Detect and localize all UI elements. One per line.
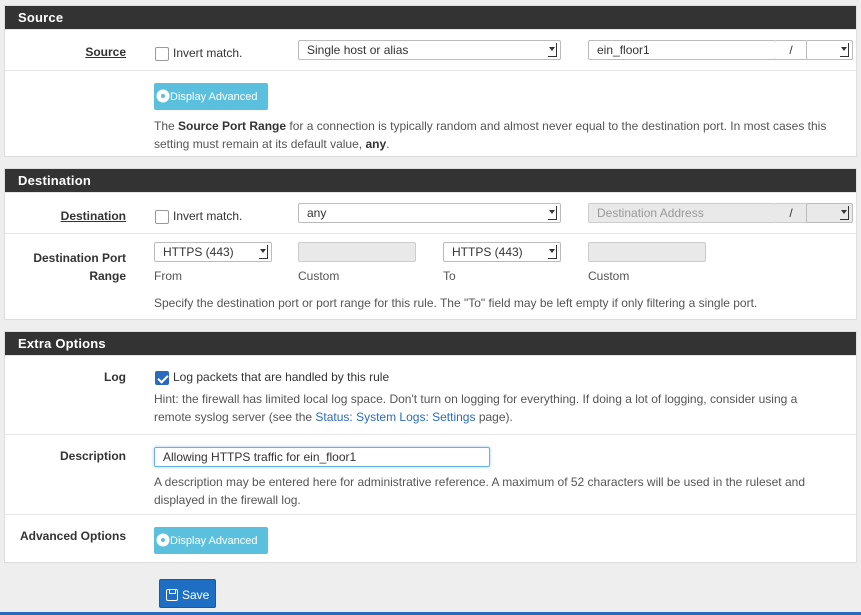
advanced-options-label: Advanced Options: [19, 529, 126, 543]
destination-row: Destination Invert match. any Destinatio…: [5, 192, 856, 233]
source-slash: /: [775, 40, 807, 60]
source-address-value: ein_floor1: [597, 43, 650, 57]
source-mask-select[interactable]: [806, 40, 853, 60]
destination-heading: Destination: [5, 169, 856, 192]
save-button[interactable]: Save: [159, 579, 216, 608]
destination-port-from-custom-input[interactable]: [298, 242, 416, 262]
gear-icon: [158, 535, 168, 545]
destination-address-input[interactable]: Destination Address: [588, 203, 776, 223]
destination-invert-checkbox[interactable]: [155, 210, 169, 224]
destination-type-value: any: [307, 206, 327, 220]
destination-panel: Destination Destination Invert match. an…: [4, 168, 857, 320]
floppy-disk-icon: [166, 589, 178, 601]
source-address-input[interactable]: ein_floor1: [588, 40, 776, 60]
destination-port-to-value: HTTPS (443): [452, 245, 523, 259]
chevron-down-icon: [548, 206, 557, 220]
description-row: Description Allowing HTTPS traffic for e…: [5, 434, 856, 514]
destination-address-placeholder: Destination Address: [597, 206, 704, 220]
chevron-down-icon: [840, 206, 849, 220]
source-invert-checkbox[interactable]: [155, 47, 169, 61]
destination-port-to-select[interactable]: HTTPS (443): [443, 242, 561, 262]
source-display-advanced-button[interactable]: Display Advanced: [154, 83, 268, 110]
destination-slash: /: [775, 203, 807, 223]
system-logs-settings-link[interactable]: Status: System Logs: Settings: [315, 410, 475, 424]
destination-invert-label: Invert match.: [173, 209, 243, 223]
description-label: Description: [59, 449, 126, 463]
description-input[interactable]: Allowing HTTPS traffic for ein_floor1: [154, 447, 490, 467]
description-help: A description may be entered here for ad…: [154, 475, 805, 507]
destination-port-row: Destination Port Range HTTPS (443) HTTPS…: [5, 233, 856, 319]
destination-port-to-custom-input[interactable]: [588, 242, 706, 262]
extra-options-panel: Extra Options Log Log packets that are h…: [4, 331, 857, 563]
source-advanced-row: Display Advanced The Source Port Range f…: [5, 70, 856, 156]
gear-icon: [158, 91, 168, 101]
extra-options-heading: Extra Options: [5, 332, 856, 355]
log-help: Hint: the firewall has limited local log…: [154, 392, 798, 424]
destination-label: Destination: [60, 209, 126, 223]
source-port-range-help: The Source Port Range for a connection i…: [154, 119, 827, 151]
source-label: Source: [85, 45, 126, 59]
log-checkbox-label: Log packets that are handled by this rul…: [173, 370, 390, 384]
source-invert-label: Invert match.: [173, 46, 243, 60]
destination-port-label: Destination Port Range: [33, 251, 126, 283]
log-checkbox[interactable]: [155, 371, 169, 385]
chevron-down-icon: [259, 245, 268, 259]
chevron-down-icon: [548, 43, 557, 57]
destination-mask-select[interactable]: [806, 203, 853, 223]
log-row: Log Log packets that are handled by this…: [5, 355, 856, 434]
destination-type-select[interactable]: any: [298, 203, 561, 223]
destination-port-help: Specify the destination port or port ran…: [154, 296, 758, 310]
description-value: Allowing HTTPS traffic for ein_floor1: [163, 450, 357, 464]
source-row: Source Invert match. Single host or alia…: [5, 29, 856, 70]
chevron-down-icon: [548, 245, 557, 259]
extra-display-advanced-button[interactable]: Display Advanced: [154, 527, 268, 554]
source-panel: Source Source Invert match. Single host …: [4, 5, 857, 157]
to-label: To: [443, 269, 456, 283]
destination-port-from-select[interactable]: HTTPS (443): [154, 242, 272, 262]
source-type-value: Single host or alias: [307, 43, 409, 57]
log-label: Log: [104, 370, 126, 384]
from-label: From: [154, 269, 182, 283]
custom-label-to: Custom: [588, 269, 630, 283]
advanced-options-row: Advanced Options Display Advanced: [5, 514, 856, 562]
custom-label-from: Custom: [298, 269, 340, 283]
destination-port-from-value: HTTPS (443): [163, 245, 234, 259]
chevron-down-icon: [840, 43, 849, 57]
source-type-select[interactable]: Single host or alias: [298, 40, 561, 60]
source-heading: Source: [5, 6, 856, 29]
